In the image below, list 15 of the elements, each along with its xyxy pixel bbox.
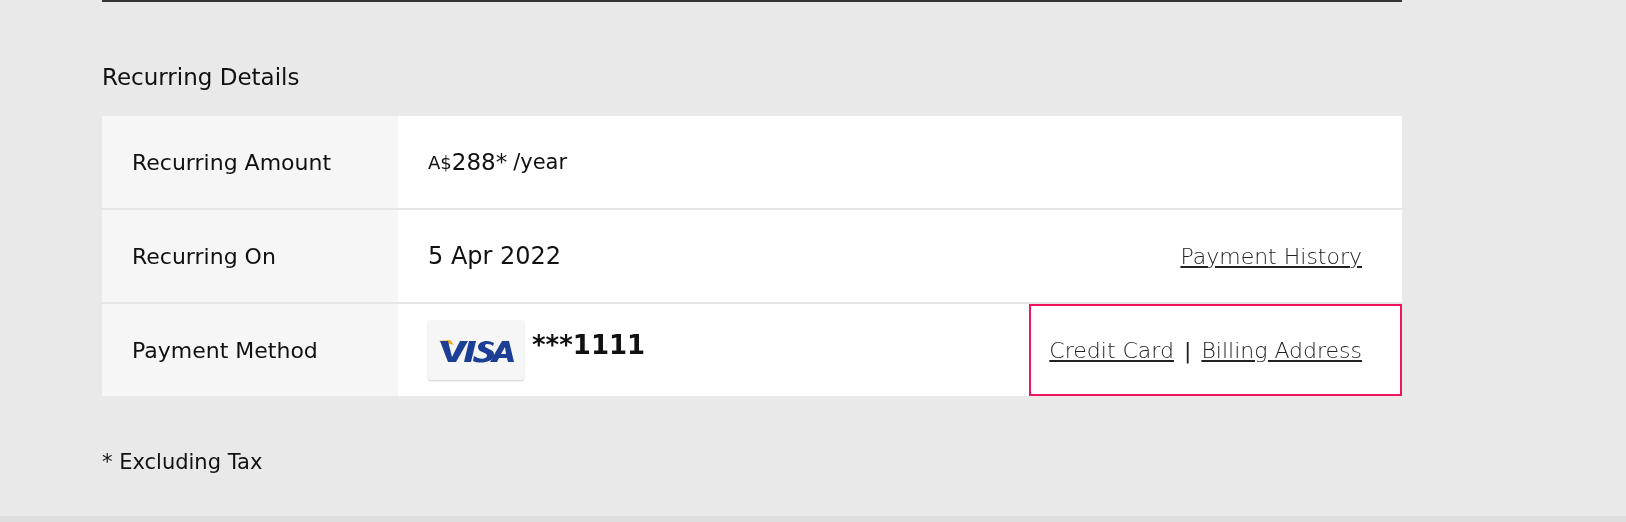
- text-link[interactable]: Credit Card: [1049, 337, 1174, 363]
- row-label: Recurring Amount: [132, 149, 332, 175]
- section-title: Recurring Details: [102, 64, 300, 90]
- masked-card-number: ***1111: [532, 330, 646, 360]
- footnote: * Excluding Tax: [102, 450, 263, 474]
- row-label: Payment Method: [132, 337, 318, 363]
- card-logo-icon: [428, 320, 524, 380]
- link-separator: |: [1183, 337, 1192, 363]
- period-text: /year: [513, 150, 568, 174]
- amount-value: 288*: [451, 149, 508, 175]
- text-link[interactable]: Billing Address: [1201, 337, 1362, 363]
- row-label: Recurring On: [132, 243, 276, 269]
- text-link[interactable]: Payment History: [1180, 243, 1362, 269]
- date-value: 5 Apr 2022: [428, 242, 562, 270]
- currency-symbol: A$: [428, 151, 452, 173]
